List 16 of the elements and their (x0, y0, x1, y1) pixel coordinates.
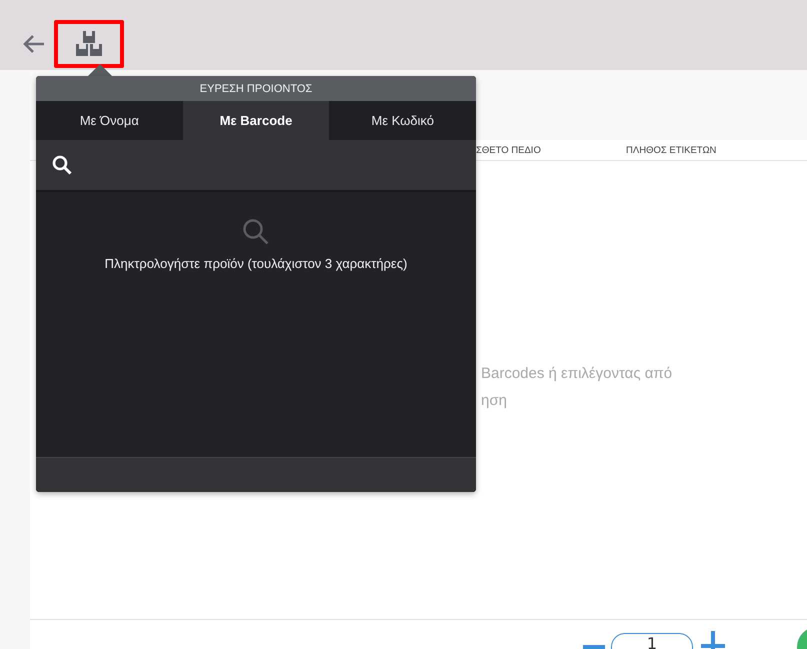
search-tab[interactable]: Με Barcode (182, 101, 330, 140)
empty-state-text: Barcodes ή επιλέγοντας από (481, 365, 672, 382)
popup-title: ΕΥΡΕΣΗ ΠΡΟΙΟΝΤΟΣ (36, 76, 476, 101)
boxes-icon (73, 30, 105, 58)
products-button[interactable] (54, 20, 124, 68)
search-icon (242, 218, 270, 246)
quantity-field[interactable]: 1 (611, 633, 693, 649)
column-header: ΣΘΕΤΟ ΠΕΔΙΟ (476, 144, 542, 156)
search-field[interactable] (36, 140, 476, 192)
search-icon (52, 155, 72, 175)
back-arrow-icon (22, 34, 46, 54)
back-button[interactable] (22, 34, 46, 54)
plus-icon[interactable] (699, 629, 727, 649)
column-header: ΠΛΗΘΟΣ ΕΤΙΚΕΤΩΝ (626, 144, 716, 156)
search-hint: Πληκτρολογήστε προϊόν (τουλάχιστον 3 χαρακτήρες) (104, 256, 408, 271)
empty-state-text: ηση (481, 392, 507, 409)
